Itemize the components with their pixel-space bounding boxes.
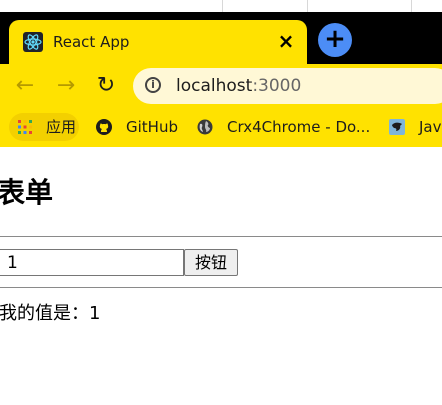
bird-icon bbox=[389, 119, 405, 135]
back-arrow-icon[interactable]: ← bbox=[11, 72, 39, 100]
apps-grid-icon bbox=[18, 120, 32, 134]
submit-button[interactable]: 按钮 bbox=[184, 249, 238, 276]
bookmark-label: GitHub bbox=[126, 118, 178, 136]
url-host: localhost bbox=[176, 76, 253, 96]
tab-bar: React App × + bbox=[0, 12, 442, 64]
page-content: 表单 按钮 我的值是：1 bbox=[0, 147, 442, 405]
info-icon[interactable]: i bbox=[145, 77, 161, 93]
bookmark-jav[interactable]: Jav bbox=[389, 113, 442, 141]
browser-toolbar: ← → ↻ i localhost:3000 bbox=[0, 64, 442, 107]
address-bar[interactable]: i localhost:3000 bbox=[133, 68, 442, 104]
tab-react-app[interactable]: React App × bbox=[9, 20, 307, 64]
bookmark-label: Jav bbox=[419, 118, 442, 136]
value-input[interactable] bbox=[0, 249, 184, 276]
bookmark-github[interactable]: GitHub bbox=[96, 113, 186, 141]
bookmark-label: Crx4Chrome - Do... bbox=[227, 118, 371, 136]
bookmark-apps[interactable]: 应用 bbox=[9, 113, 79, 141]
globe-icon bbox=[197, 119, 213, 135]
url-text: localhost:3000 bbox=[176, 75, 301, 97]
bookmark-label: 应用 bbox=[46, 118, 77, 136]
bookmarks-bar: 应用 GitHub Crx4Chrome - Do... Jav bbox=[0, 107, 442, 147]
react-icon bbox=[23, 32, 43, 52]
github-icon bbox=[96, 119, 112, 135]
url-port: :3000 bbox=[252, 76, 302, 96]
value-display: 我的值是：1 bbox=[0, 303, 101, 324]
reload-icon[interactable]: ↻ bbox=[92, 72, 120, 100]
new-tab-button[interactable]: + bbox=[318, 23, 352, 57]
bookmark-crx4chrome[interactable]: Crx4Chrome - Do... bbox=[197, 113, 377, 141]
tab-title: React App bbox=[53, 33, 130, 51]
forward-arrow-icon[interactable]: → bbox=[52, 72, 80, 100]
close-icon[interactable]: × bbox=[275, 30, 297, 52]
divider-bottom bbox=[0, 287, 442, 288]
page-heading: 表单 bbox=[0, 176, 54, 209]
window-top-strip bbox=[0, 0, 442, 12]
divider-top bbox=[0, 236, 442, 237]
